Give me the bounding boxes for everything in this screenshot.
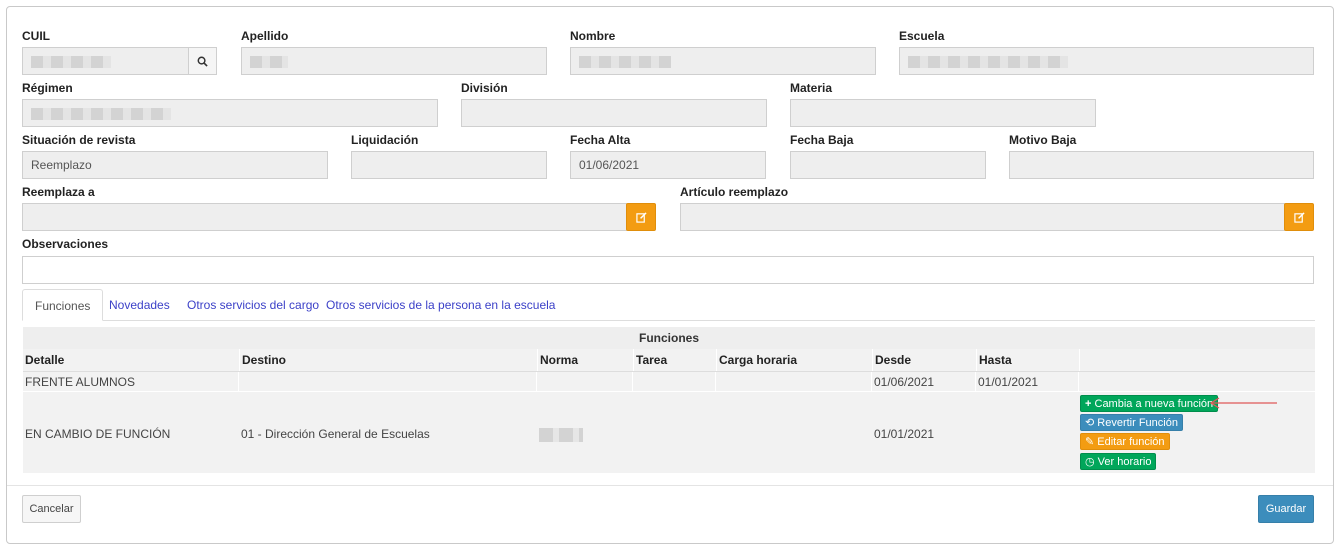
- tab-novedades[interactable]: Novedades: [97, 289, 182, 321]
- th-hasta: Hasta: [976, 349, 1079, 371]
- redacted-value: [579, 56, 671, 68]
- cambia-nueva-funcion-button[interactable]: + Cambia a nueva función: [1080, 395, 1219, 412]
- situacion-input[interactable]: Reemplazo: [22, 151, 328, 179]
- table-title: Funciones: [23, 327, 1315, 349]
- reemplaza-a-label: Reemplaza a: [22, 185, 95, 199]
- tab-otros-servicios-persona[interactable]: Otros servicios de la persona en la escu…: [314, 289, 567, 321]
- search-icon: [197, 56, 208, 67]
- undo-icon: ⟲: [1085, 417, 1095, 429]
- division-label: División: [461, 81, 508, 95]
- redacted-value: [539, 428, 583, 442]
- cell-detalle: EN CAMBIO DE FUNCIÓN: [25, 427, 171, 441]
- escuela-label: Escuela: [899, 29, 945, 43]
- reemplaza-a-input[interactable]: [22, 203, 627, 231]
- revertir-funcion-button[interactable]: ⟲ Revertir Función: [1080, 414, 1183, 431]
- redacted-value: [31, 56, 111, 68]
- nombre-input[interactable]: [570, 47, 876, 75]
- ver-horario-button[interactable]: ◷ Ver horario: [1080, 453, 1157, 470]
- observaciones-input[interactable]: [22, 256, 1314, 284]
- edit-icon: ✎: [1085, 436, 1095, 448]
- motivo-baja-input[interactable]: [1009, 151, 1314, 179]
- cell-detalle: FRENTE ALUMNOS: [25, 375, 136, 389]
- escuela-input[interactable]: [899, 47, 1314, 75]
- materia-input[interactable]: [790, 99, 1096, 127]
- th-desde: Desde: [872, 349, 976, 371]
- th-tarea: Tarea: [633, 349, 716, 371]
- cell-desde: 01/06/2021: [874, 375, 935, 389]
- regimen-label: Régimen: [22, 81, 73, 95]
- th-norma: Norma: [537, 349, 633, 371]
- articulo-reemplazo-label: Artículo reemplazo: [680, 185, 789, 199]
- arrow-left-icon: [1209, 397, 1277, 409]
- cancel-button[interactable]: Cancelar: [22, 495, 81, 523]
- tab-otros-servicios-cargo[interactable]: Otros servicios del cargo: [175, 289, 331, 321]
- edit-reemplaza-button[interactable]: [626, 203, 656, 231]
- th-destino: Destino: [239, 349, 537, 371]
- th-detalle: Detalle: [25, 353, 65, 367]
- plus-icon: +: [1085, 398, 1092, 410]
- redacted-value: [908, 56, 1068, 68]
- search-button[interactable]: [188, 47, 217, 75]
- fecha-baja-label: Fecha Baja: [790, 133, 854, 147]
- apellido-label: Apellido: [241, 29, 289, 43]
- edit-icon: [635, 212, 647, 224]
- liquidacion-input[interactable]: [351, 151, 547, 179]
- fecha-alta-input[interactable]: 01/06/2021: [570, 151, 766, 179]
- editar-funcion-button[interactable]: ✎ Editar función: [1080, 433, 1170, 450]
- cuil-input[interactable]: [22, 47, 189, 75]
- cell-destino: 01 - Dirección General de Escuelas: [241, 427, 430, 441]
- edit-articulo-button[interactable]: [1284, 203, 1314, 231]
- cell-desde: 01/01/2021: [874, 427, 935, 441]
- tab-funciones[interactable]: Funciones: [22, 289, 104, 321]
- materia-label: Materia: [790, 81, 833, 95]
- redacted-value: [250, 56, 288, 68]
- regimen-input[interactable]: [22, 99, 438, 127]
- th-carga-horaria: Carga horaria: [716, 349, 872, 371]
- footer-divider: [7, 485, 1333, 486]
- motivo-baja-label: Motivo Baja: [1009, 133, 1077, 147]
- save-button[interactable]: Guardar: [1258, 495, 1314, 523]
- clock-icon: ◷: [1085, 456, 1095, 468]
- cell-hasta: 01/01/2021: [978, 375, 1039, 389]
- th-acciones: [1079, 349, 1315, 371]
- observaciones-label: Observaciones: [22, 237, 109, 251]
- cuil-label: CUIL: [22, 29, 50, 43]
- edit-icon: [1293, 212, 1305, 224]
- fecha-alta-label: Fecha Alta: [570, 133, 631, 147]
- table-row: FRENTE ALUMNOS 01/06/2021 01/01/2021: [23, 371, 1315, 392]
- division-input[interactable]: [461, 99, 767, 127]
- liquidacion-label: Liquidación: [351, 133, 419, 147]
- nombre-label: Nombre: [570, 29, 616, 43]
- fecha-baja-input[interactable]: [790, 151, 986, 179]
- situacion-label: Situación de revista: [22, 133, 136, 147]
- edit-service-panel: CUIL Apellido Nombre Escuela Régimen Div…: [6, 6, 1334, 544]
- articulo-reemplazo-input[interactable]: [680, 203, 1285, 231]
- apellido-input[interactable]: [241, 47, 547, 75]
- redacted-value: [31, 108, 171, 120]
